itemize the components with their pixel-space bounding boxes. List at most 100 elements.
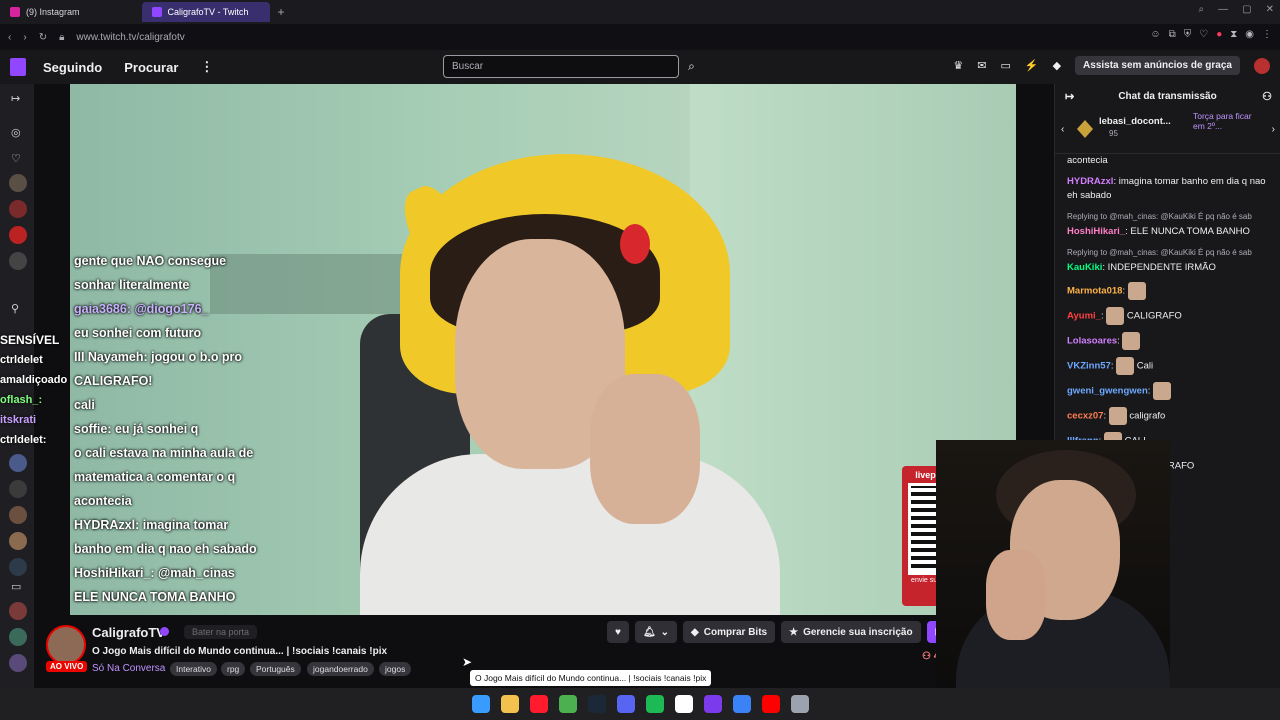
chevron-left-icon[interactable]: ‹ [1061,124,1064,135]
channel-avatar[interactable] [9,454,27,472]
chat-username[interactable]: HoshiHikari_ [1067,226,1125,237]
chat-username[interactable]: gweni_gwengwen [1067,386,1148,397]
channel-avatar[interactable] [9,558,27,576]
todo-icon[interactable] [732,695,751,713]
reload-icon[interactable]: ↻ [39,32,47,43]
new-tab-button[interactable]: + [278,5,285,19]
discord-icon[interactable] [616,695,635,713]
chat-username[interactable]: HYDRAzxl [1067,176,1113,187]
channel-avatar[interactable] [9,480,27,498]
search-input[interactable]: Buscar [443,55,679,78]
chrome-icon[interactable] [558,695,577,713]
tag[interactable]: Português [250,662,301,676]
chat-username[interactable]: VKZinn57 [1067,361,1111,372]
channel-name[interactable]: CaligrafoTV [92,625,165,640]
ccleaner-icon[interactable] [790,695,809,713]
channel-avatar[interactable] [9,654,27,672]
search-button[interactable]: ⌕ [681,55,702,78]
twitch-logo-icon[interactable] [10,58,26,76]
close-icon[interactable]: ✕ [1266,4,1274,15]
emoji-icon[interactable]: ☺ [1150,29,1160,40]
video-icon[interactable]: ▭ [11,580,21,593]
record-icon[interactable]: ● [1216,29,1222,40]
spotify-icon[interactable] [645,695,664,713]
forward-icon[interactable]: › [23,32,26,43]
hype-goal[interactable]: Torça para ficar em 2º... [1193,111,1263,131]
emote-icon[interactable] [1127,282,1146,300]
channel-avatar[interactable] [9,252,27,270]
channel-avatar[interactable] [9,226,27,244]
files-icon[interactable] [500,695,519,713]
emote-icon[interactable] [1116,357,1135,375]
buy-bits-button[interactable]: ◆ Comprar Bits [683,621,776,643]
channel-avatar[interactable] [9,628,27,646]
heart-icon[interactable]: ♡ [11,152,21,165]
channel-avatar[interactable] [9,506,27,524]
add-friend-icon[interactable]: ⚲ [11,302,19,315]
chat-username[interactable]: Marmota018 [1067,286,1122,297]
inbox-icon[interactable]: ✉ [977,59,986,72]
bits-icon[interactable]: ◆ [1053,59,1061,72]
channel-avatar[interactable] [9,602,27,620]
tag[interactable]: jogos [379,662,412,676]
users-icon[interactable]: ⚇ [1262,90,1272,103]
follow-heart-button[interactable]: ♥ [607,621,629,643]
collapse-chat-icon[interactable]: ↦ [1065,90,1074,103]
channel-avatar[interactable] [9,200,27,218]
url-field[interactable]: www.twitch.tv/caligrafotv [76,32,184,43]
notion-icon[interactable] [674,695,693,713]
reply-context[interactable]: Replying to @mah_cinas: @KauKiki É pq nã… [1067,210,1277,224]
category-link[interactable]: Só Na Conversa [92,663,165,674]
chat-username[interactable]: KauKiki [1067,262,1102,273]
buy-bits-label: Comprar Bits [703,626,768,638]
profile-icon[interactable]: ◉ [1245,29,1254,40]
collapse-icon[interactable]: ↦ [11,92,20,105]
start-icon[interactable] [471,695,490,713]
manage-sub-button[interactable]: ★ Gerencie sua inscrição [781,621,921,643]
chat-username[interactable]: Lolasoares [1067,336,1117,347]
video-player[interactable]: gente que NAO consegue sonhar literalmen… [70,84,1016,615]
menu-icon[interactable]: ⋮ [1262,29,1272,40]
heart-icon[interactable]: ♡ [1199,29,1208,40]
chevron-right-icon[interactable]: › [1272,124,1275,135]
tag[interactable]: rpg [221,662,246,676]
tag[interactable]: Interativo [170,662,217,676]
tab-twitch[interactable]: CaligrafoTV - Twitch [141,2,270,22]
emote-icon[interactable] [1153,382,1172,400]
tag[interactable]: jogandoerrado [307,662,374,676]
nav-browse[interactable]: Procurar [124,60,178,75]
tab-instagram[interactable]: (9) Instagram [0,2,90,22]
adfree-button[interactable]: Assista sem anúncios de graça [1075,56,1240,75]
chat-username[interactable]: Ayumi_ [1067,311,1101,322]
hype-user[interactable]: lebasi_docont... [1099,116,1171,127]
extensions-icon[interactable]: ⧗ [1230,29,1237,40]
emote-icon[interactable] [1106,307,1125,325]
youtube-icon[interactable] [761,695,780,713]
minimize-icon[interactable]: — [1218,4,1228,15]
obsidian-icon[interactable] [703,695,722,713]
turbo-icon[interactable]: ⚡ [1025,59,1039,72]
emote-icon[interactable] [1122,332,1141,350]
prime-icon[interactable]: ♛ [953,59,963,72]
chat-username[interactable]: cecxz07 [1067,411,1103,422]
reply-context[interactable]: Replying to @mah_cinas: @KauKiki É pq nã… [1067,246,1277,260]
steam-icon[interactable] [587,695,606,713]
shield-icon[interactable]: ⛨ [1184,29,1192,40]
channel-avatar[interactable] [9,174,27,192]
nav-following[interactable]: Seguindo [43,60,102,75]
emote-icon[interactable] [1108,407,1127,425]
title-tooltip: O Jogo Mais difícil do Mundo continua...… [470,670,712,686]
recommended-icon[interactable]: ◎ [11,126,21,139]
notifications-button[interactable]: 🔔︎ ⌄ [634,621,678,643]
user-avatar[interactable] [1254,57,1270,74]
whispers-icon[interactable]: ▭ [1000,59,1010,72]
channel-avatar[interactable] [46,625,86,665]
maximize-icon[interactable]: ▢ [1242,4,1251,15]
more-menu-icon[interactable]: ⋮ [200,59,213,75]
knock-button[interactable]: Bater na porta [184,625,258,639]
opera-icon[interactable] [529,695,548,713]
screenshot-icon[interactable]: ⧉ [1169,29,1176,40]
search-icon[interactable]: ⌕ [1199,4,1205,15]
back-icon[interactable]: ‹ [8,32,11,43]
channel-avatar[interactable] [9,532,27,550]
